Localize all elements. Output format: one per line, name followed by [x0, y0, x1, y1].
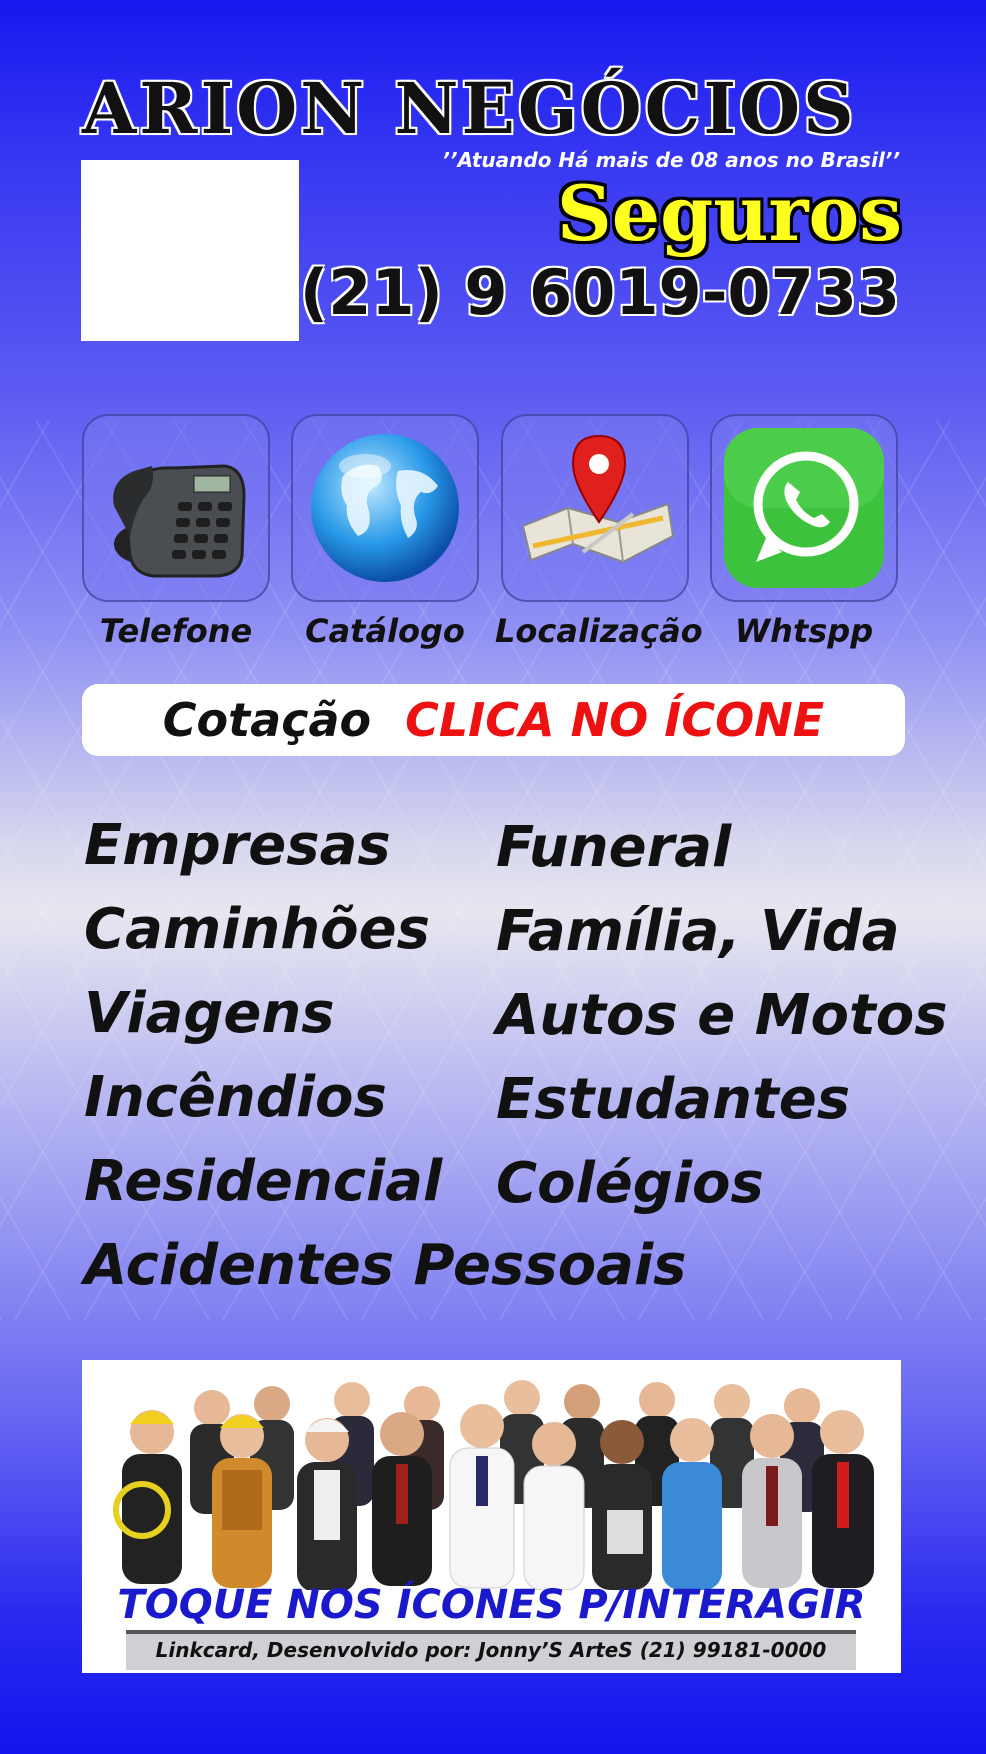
- subtitle-seguros: Seguros: [556, 169, 902, 258]
- icon-label-catalogo: Catálogo: [305, 612, 465, 650]
- whatsapp-icon: [724, 428, 884, 588]
- click-icon-label: CLICA NO ÍCONE: [405, 693, 825, 747]
- linkcard-page: ARION NEGÓCIOS ’’Atuando Há mais de 08 a…: [0, 0, 986, 1754]
- logo-placeholder: [81, 160, 299, 341]
- service-autos-motos: Autos e Motos: [496, 983, 948, 1048]
- icon-label-localizacao: Localização: [495, 612, 703, 650]
- service-funeral: Funeral: [496, 815, 732, 880]
- map-pin-icon: [521, 434, 675, 564]
- whatsapp-button[interactable]: [710, 414, 898, 602]
- brand-title: ARION NEGÓCIOS: [81, 67, 857, 150]
- interact-instruction: TOQUE NOS ÍCONES P/INTERAGIR: [117, 1582, 866, 1628]
- developer-credit: Linkcard, Desenvolvido por: Jonny’S Arte…: [126, 1630, 856, 1670]
- catalog-button[interactable]: [291, 414, 479, 602]
- globe-icon: [311, 434, 459, 582]
- phone-number[interactable]: (21) 9 6019-0733: [300, 262, 900, 324]
- service-incendios: Incêndios: [84, 1065, 387, 1130]
- quote-banner[interactable]: Cotação CLICA NO ÍCONE: [82, 684, 905, 756]
- service-empresas: Empresas: [84, 813, 391, 878]
- service-colegios: Colégios: [496, 1151, 764, 1216]
- icon-label-whtspp: Whtspp: [734, 612, 874, 650]
- service-estudantes: Estudantes: [496, 1067, 851, 1132]
- telephone-icon: [113, 464, 246, 578]
- service-familia-vida: Família, Vida: [496, 899, 900, 964]
- telephone-button[interactable]: [82, 414, 270, 602]
- service-acidentes-pessoais: Acidentes Pessoais: [84, 1233, 687, 1298]
- service-caminhoes: Caminhões: [84, 897, 430, 962]
- icon-label-telefone: Telefone: [99, 612, 253, 650]
- location-button[interactable]: [501, 414, 689, 602]
- service-residencial: Residencial: [84, 1149, 443, 1214]
- bottom-banner: TOQUE NOS ÍCONES P/INTERAGIR Linkcard, D…: [82, 1360, 901, 1673]
- quote-label: Cotação: [162, 693, 372, 747]
- service-viagens: Viagens: [84, 981, 335, 1046]
- professionals-group-image: [113, 1380, 874, 1590]
